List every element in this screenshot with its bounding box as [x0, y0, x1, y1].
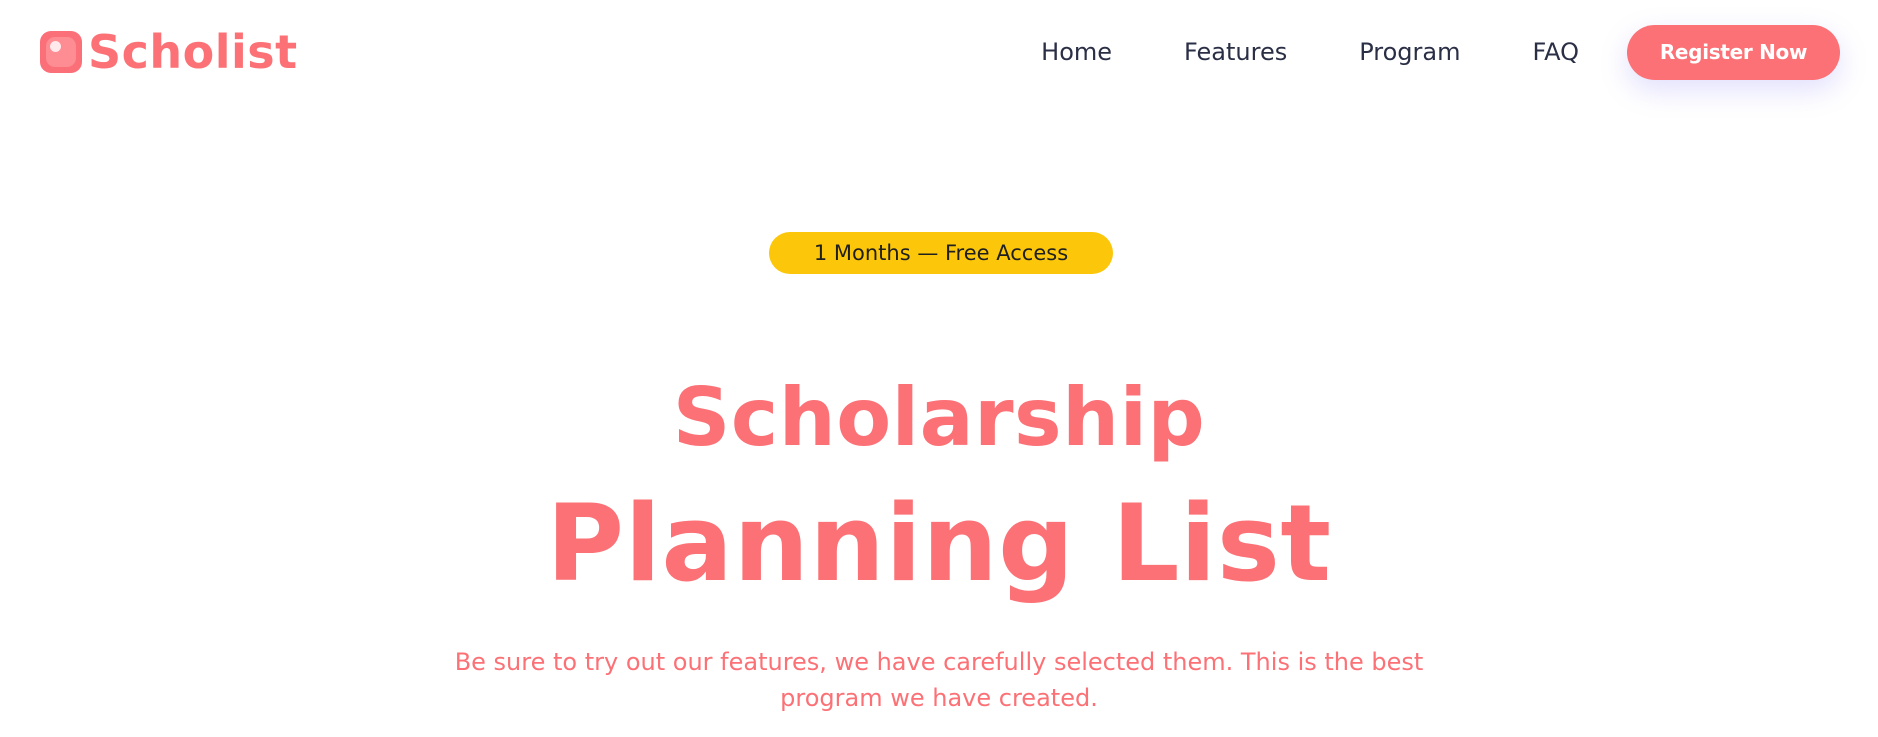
scholist-logo-icon — [40, 31, 82, 73]
nav-features-link[interactable]: Features — [1184, 24, 1287, 80]
nav-program-link[interactable]: Program — [1359, 24, 1460, 80]
main-nav: Home Features Program FAQ Register Now — [1041, 24, 1840, 80]
hero-subtitle: Be sure to try out our features, we have… — [454, 648, 1424, 712]
landing-page: Scholist Home Features Program FAQ Regis… — [0, 0, 1878, 737]
logo-text: Scholist — [88, 25, 298, 79]
nav-home-link[interactable]: Home — [1041, 24, 1112, 80]
nav-faq-link[interactable]: FAQ — [1533, 24, 1580, 80]
hero-title-line-2: Planning List — [546, 482, 1332, 605]
logo-link[interactable]: Scholist — [40, 26, 298, 78]
register-now-button[interactable]: Register Now — [1627, 24, 1840, 80]
hero-title-line-1: Scholarship — [672, 371, 1206, 464]
free-access-badge: 1 Months — Free Access — [769, 232, 1113, 274]
site-header: Scholist Home Features Program FAQ Regis… — [0, 0, 1878, 104]
